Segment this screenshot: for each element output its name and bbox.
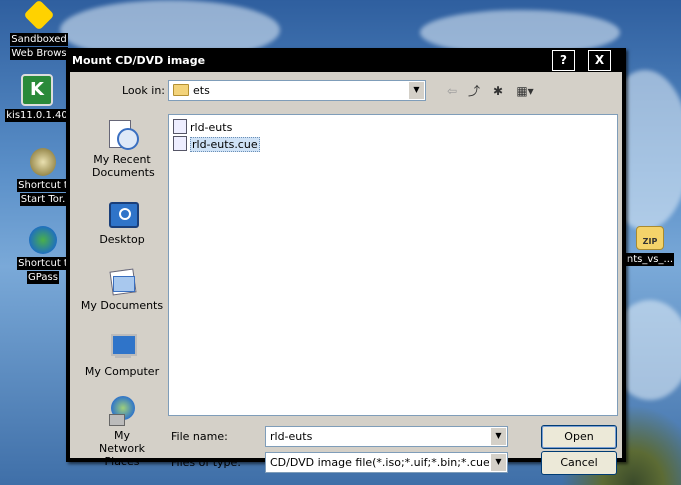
desktop-icon-zip-file[interactable]: ZIP nts_vs_... [620, 226, 680, 266]
place-desktop[interactable]: Desktop [78, 200, 166, 246]
folder-icon [173, 84, 189, 96]
places-bar: My Recent Documents Desktop My Documents [78, 114, 166, 468]
tor-onion-icon [30, 148, 56, 176]
view-menu-icon[interactable]: ▦▾ [512, 82, 538, 100]
look-in-label: Look in: [122, 84, 165, 97]
file-type-dropdown[interactable]: CD/DVD image file(*.iso;*.uif;*.bin;*.cu… [265, 452, 508, 473]
my-documents-icon [107, 266, 137, 296]
recent-documents-icon [107, 120, 139, 150]
look-in-dropdown[interactable]: ets ▼ [168, 80, 426, 101]
file-icon [173, 136, 187, 151]
sandbox-icon [23, 0, 55, 31]
network-places-icon [107, 396, 137, 426]
chevron-down-icon[interactable]: ▼ [490, 454, 506, 471]
desktop-icon-sandboxed-browser[interactable]: Sandboxed Web Brows [6, 0, 72, 60]
file-name-field[interactable]: rld-euts ▼ [265, 426, 508, 447]
dialog-body: Look in: ets ▼ ⇦ ⤴ ✱ ▦▾ My Recent Docume… [70, 72, 622, 475]
new-folder-icon[interactable]: ✱ [488, 82, 508, 100]
chevron-down-icon[interactable]: ▼ [490, 428, 506, 445]
help-button[interactable]: ? [552, 50, 575, 71]
zip-folder-icon: ZIP [636, 226, 664, 250]
mount-dialog: Mount CD/DVD image ? X Look in: ets ▼ ⇦ … [66, 48, 626, 475]
desktop-icon-kis[interactable]: K kis11.0.1.40 [4, 74, 70, 122]
file-icon [173, 119, 187, 134]
dialog-titlebar[interactable]: Mount CD/DVD image ? X [66, 48, 626, 74]
close-button[interactable]: X [588, 50, 611, 71]
up-folder-icon[interactable]: ⤴ [464, 82, 484, 100]
file-name-value: rld-euts [270, 430, 313, 443]
back-icon[interactable]: ⇦ [442, 82, 462, 100]
dialog-title: Mount CD/DVD image [72, 54, 206, 67]
list-item[interactable]: rld-euts [173, 119, 235, 135]
cancel-button[interactable]: Cancel [541, 451, 617, 475]
place-my-computer[interactable]: My Computer [78, 332, 166, 378]
look-in-value: ets [193, 84, 210, 97]
file-name-label: File name: [171, 430, 228, 443]
list-item[interactable]: rld-euts.cue [173, 136, 263, 152]
kaspersky-icon: K [21, 74, 53, 106]
desktop-icon [107, 200, 139, 230]
chevron-down-icon[interactable]: ▼ [408, 82, 424, 99]
file-type-value: CD/DVD image file(*.iso;*.uif;*.bin;*.cu… [270, 456, 489, 469]
place-recent-documents[interactable]: My Recent Documents [78, 120, 166, 179]
my-computer-icon [107, 332, 137, 362]
gpass-globe-icon [29, 226, 57, 254]
file-type-label: Files of type: [171, 456, 242, 469]
file-list[interactable]: rld-euts rld-euts.cue [168, 114, 618, 416]
place-my-documents[interactable]: My Documents [78, 266, 166, 312]
open-button[interactable]: Open [541, 425, 617, 449]
place-network-places[interactable]: My Network Places [78, 396, 166, 468]
